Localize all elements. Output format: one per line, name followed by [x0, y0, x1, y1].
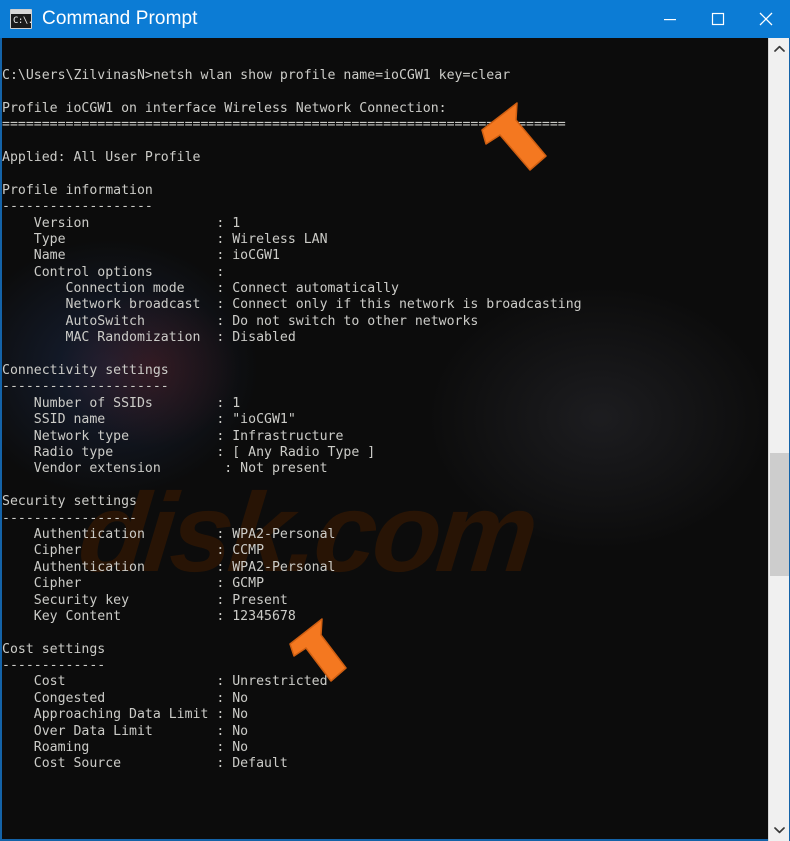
- scrollbar-thumb[interactable]: [770, 453, 789, 576]
- command-prompt-icon: C:\.: [10, 9, 32, 29]
- title-bar[interactable]: C:\. Command Prompt: [0, 0, 790, 38]
- console-line: C:\Users\ZilvinasN>netsh wlan show profi…: [2, 68, 760, 84]
- console-line: SSID name : "ioCGW1": [2, 412, 760, 428]
- scrollbar-track[interactable]: [769, 60, 790, 819]
- console-line: Authentication : WPA2-Personal: [2, 527, 760, 543]
- chevron-up-icon: [774, 45, 785, 53]
- console-line: [2, 134, 760, 150]
- console-line: Cost Source : Default: [2, 756, 760, 772]
- console-line: ---------------------: [2, 379, 760, 395]
- console-line: Network broadcast : Connect only if this…: [2, 297, 760, 313]
- console-line: [2, 166, 760, 182]
- console-line: Congested : No: [2, 691, 760, 707]
- console-line: Connection mode : Connect automatically: [2, 281, 760, 297]
- scroll-up-button[interactable]: [769, 38, 790, 60]
- console-line: ========================================…: [2, 117, 760, 133]
- console-line: Over Data Limit : No: [2, 724, 760, 740]
- console-output-area[interactable]: disk.com C:\Users\ZilvinasN>netsh wlan s…: [0, 38, 790, 841]
- console-line: Key Content : 12345678: [2, 609, 760, 625]
- console-line: [2, 773, 760, 789]
- console-line: Vendor extension : Not present: [2, 461, 760, 477]
- console-line: Name : ioCGW1: [2, 248, 760, 264]
- console-line: AutoSwitch : Do not switch to other netw…: [2, 314, 760, 330]
- console-line: -------------: [2, 658, 760, 674]
- console-text: C:\Users\ZilvinasN>netsh wlan show profi…: [0, 38, 760, 789]
- console-line: Cipher : GCMP: [2, 576, 760, 592]
- close-icon: [758, 11, 774, 27]
- console-line: Number of SSIDs : 1: [2, 396, 760, 412]
- window-title: Command Prompt: [42, 8, 198, 30]
- command-prompt-window: C:\. Command Prompt: [0, 0, 790, 841]
- command-prompt-icon-bar: [11, 10, 31, 14]
- console-line: Network type : Infrastructure: [2, 429, 760, 445]
- console-line: Cipher : CCMP: [2, 543, 760, 559]
- vertical-scrollbar[interactable]: [768, 38, 790, 841]
- console-line: [2, 625, 760, 641]
- window-controls: [646, 0, 790, 38]
- console-line: -------------------: [2, 199, 760, 215]
- console-line: Approaching Data Limit : No: [2, 707, 760, 723]
- maximize-button[interactable]: [694, 0, 742, 38]
- console-line: [2, 347, 760, 363]
- console-line: Roaming : No: [2, 740, 760, 756]
- maximize-icon: [711, 12, 725, 26]
- console-line: -----------------: [2, 511, 760, 527]
- close-button[interactable]: [742, 0, 790, 38]
- console-line: Cost settings: [2, 642, 760, 658]
- chevron-down-icon: [774, 826, 785, 834]
- console-line: [2, 478, 760, 494]
- scroll-down-button[interactable]: [769, 819, 790, 841]
- title-bar-left: C:\. Command Prompt: [0, 8, 646, 30]
- minimize-button[interactable]: [646, 0, 694, 38]
- console-line: Profile ioCGW1 on interface Wireless Net…: [2, 101, 760, 117]
- console-line: Control options :: [2, 265, 760, 281]
- minimize-icon: [663, 12, 677, 26]
- console-line: [2, 84, 760, 100]
- console-line: Cost : Unrestricted: [2, 674, 760, 690]
- command-prompt-icon-glyph: C:\.: [13, 15, 33, 27]
- console-line: Security key : Present: [2, 593, 760, 609]
- console-line: Security settings: [2, 494, 760, 510]
- console-line: Applied: All User Profile: [2, 150, 760, 166]
- console-line: Profile information: [2, 183, 760, 199]
- window-border-left: [0, 38, 2, 841]
- console-line: Type : Wireless LAN: [2, 232, 760, 248]
- console-line: Authentication : WPA2-Personal: [2, 560, 760, 576]
- console-line: MAC Randomization : Disabled: [2, 330, 760, 346]
- console-line: Radio type : [ Any Radio Type ]: [2, 445, 760, 461]
- console-line: Version : 1: [2, 216, 760, 232]
- console-line: Connectivity settings: [2, 363, 760, 379]
